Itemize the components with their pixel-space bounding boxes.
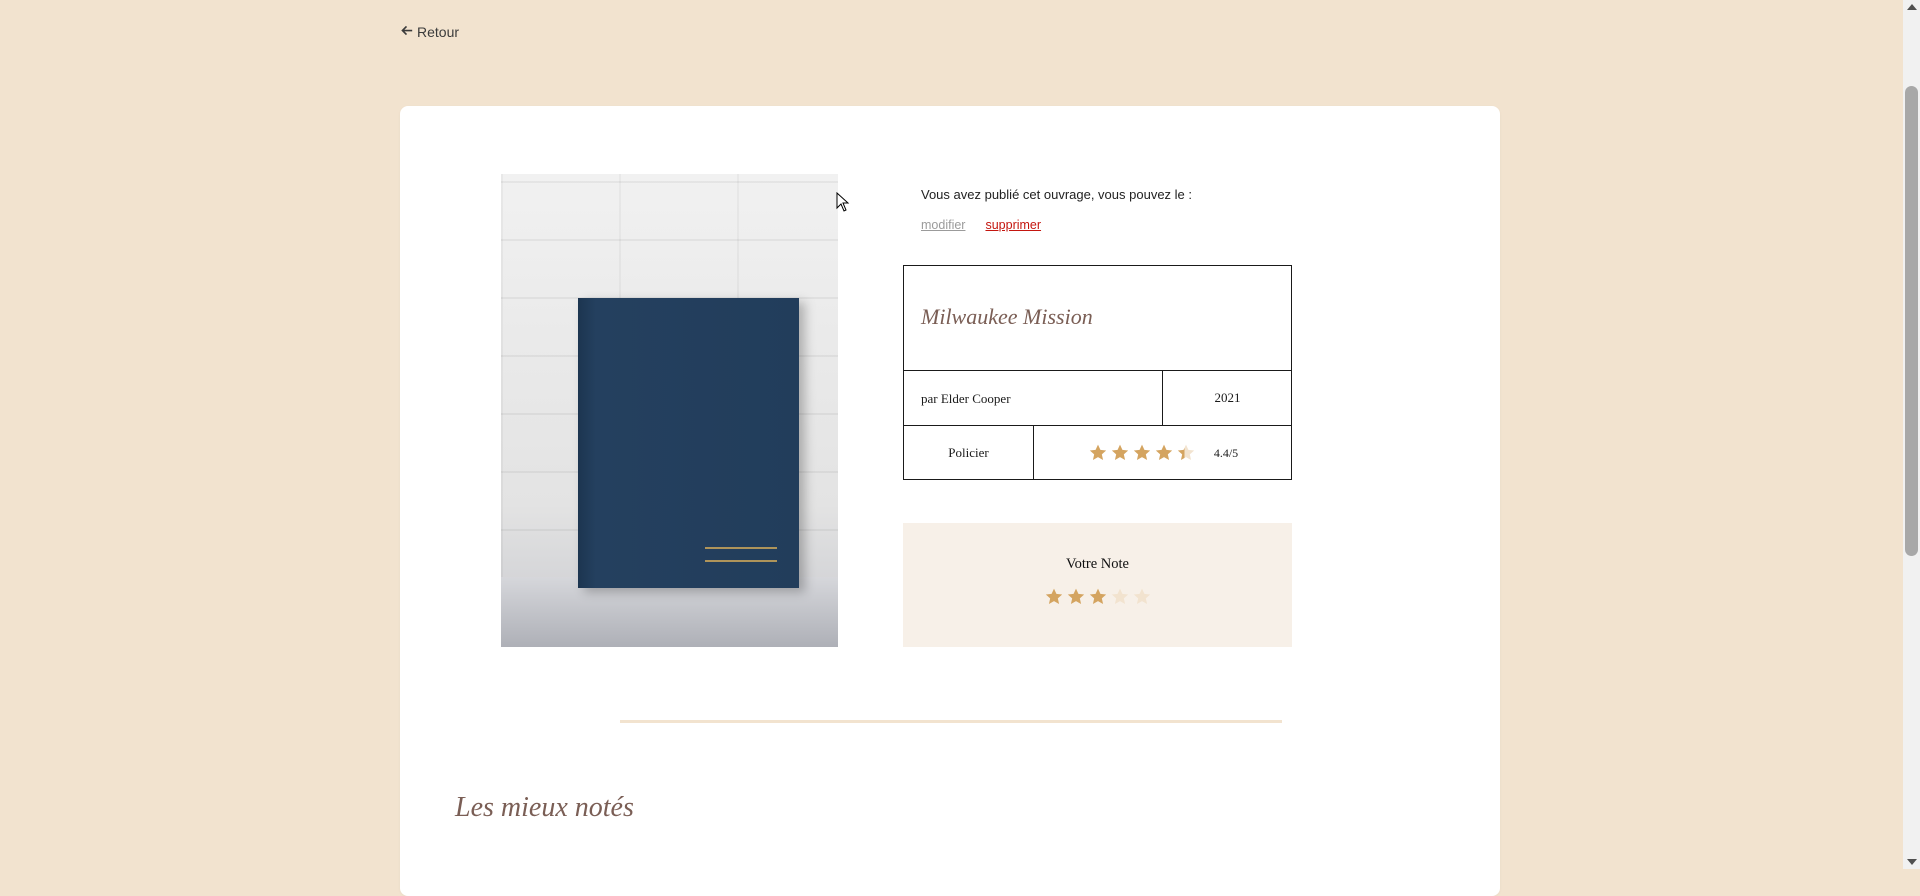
owner-notice: Vous avez publié cet ouvrage, vous pouve… xyxy=(921,187,1193,202)
back-label: Retour xyxy=(417,24,460,40)
genre-row: Policier 4.4/5 xyxy=(904,426,1291,481)
book-year: 2021 xyxy=(1162,371,1292,425)
book-detail-card: Vous avez publié cet ouvrage, vous pouve… xyxy=(400,106,1500,896)
scrollbar[interactable] xyxy=(1903,0,1920,869)
vote-star-icon[interactable] xyxy=(1066,587,1086,607)
vote-star-icon[interactable] xyxy=(1044,587,1064,607)
average-rating: 4.4/5 xyxy=(1034,426,1292,480)
book-cover-image xyxy=(501,174,838,647)
vote-star-icon[interactable] xyxy=(1110,587,1130,607)
book-info-table: Milwaukee Mission par Elder Cooper 2021 … xyxy=(903,265,1292,480)
mouse-cursor-icon xyxy=(836,192,850,212)
average-star-icon xyxy=(1177,444,1194,460)
back-link[interactable]: Retour xyxy=(400,24,459,40)
section-title: Les mieux notés xyxy=(455,792,634,823)
vote-title: Votre Note xyxy=(1066,556,1129,572)
average-star-icon xyxy=(1089,444,1106,460)
edit-link[interactable]: modifier xyxy=(921,218,965,232)
average-star-icon xyxy=(1155,444,1172,460)
owner-actions: modifier supprimer xyxy=(921,218,1041,232)
scroll-up-icon[interactable] xyxy=(1907,4,1917,10)
author-row: par Elder Cooper 2021 xyxy=(904,371,1291,426)
average-rating-stars xyxy=(1088,443,1196,463)
vote-stars xyxy=(903,587,1292,607)
vote-star-icon[interactable] xyxy=(1132,587,1152,607)
book-title: Milwaukee Mission xyxy=(921,304,1093,329)
book-author: par Elder Cooper xyxy=(921,391,1011,406)
title-row: Milwaukee Mission xyxy=(904,266,1291,371)
delete-link[interactable]: supprimer xyxy=(985,218,1041,232)
scroll-thumb[interactable] xyxy=(1905,86,1918,556)
scroll-down-icon[interactable] xyxy=(1907,859,1917,865)
average-star-icon xyxy=(1133,444,1150,460)
book-genre: Policier xyxy=(904,426,1034,480)
average-star-icon xyxy=(1111,444,1128,460)
vote-box: Votre Note xyxy=(903,523,1292,647)
arrow-left-icon xyxy=(400,24,413,40)
vote-star-icon[interactable] xyxy=(1088,587,1108,607)
average-rating-value: 4.4/5 xyxy=(1213,445,1239,460)
section-divider xyxy=(620,720,1282,723)
